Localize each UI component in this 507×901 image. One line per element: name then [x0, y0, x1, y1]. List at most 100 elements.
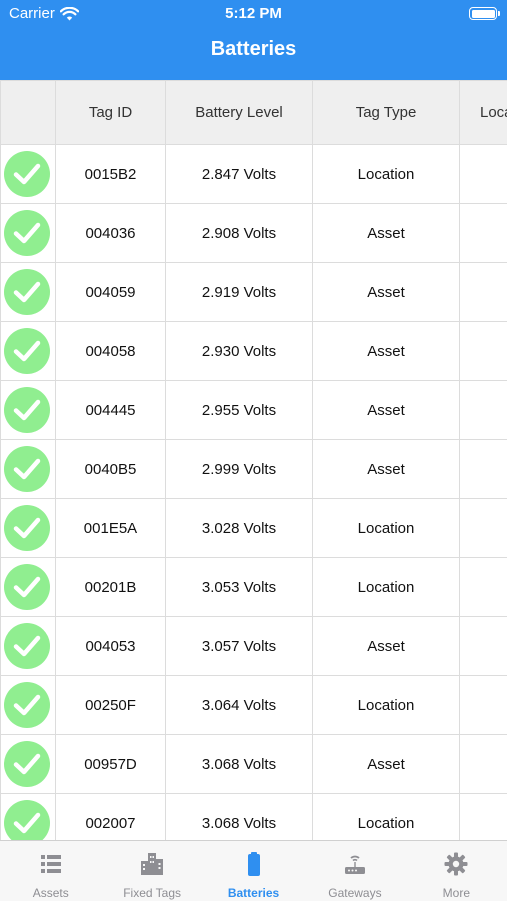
table-row[interactable]: 0040582.930 VoltsAsset [1, 322, 507, 381]
tag-id-cell: 004058 [56, 322, 166, 381]
tag-id-cell: 0040B5 [56, 440, 166, 499]
tag-id-cell: 00957D [56, 735, 166, 794]
battery-level-cell: 2.847 Volts [166, 145, 313, 204]
battery-level-cell: 3.028 Volts [166, 499, 313, 558]
status-cell [1, 794, 56, 841]
tag-id-cell: 00250F [56, 676, 166, 735]
status-cell [1, 558, 56, 617]
location-cell [460, 322, 507, 381]
checkmark-icon [4, 151, 50, 197]
location-cell: C [460, 794, 507, 841]
tab-fixed-tags[interactable]: Fixed Tags [101, 841, 202, 901]
tag-type-cell: Asset [313, 617, 460, 676]
tab-more[interactable]: More [406, 841, 507, 901]
status-cell [1, 145, 56, 204]
column-header-tag-id[interactable]: Tag ID [56, 81, 166, 145]
status-cell [1, 381, 56, 440]
status-cell [1, 322, 56, 381]
tag-id-cell: 00201B [56, 558, 166, 617]
status-cell [1, 263, 56, 322]
location-cell [460, 440, 507, 499]
status-cell [1, 499, 56, 558]
status-cell [1, 735, 56, 794]
list-icon [38, 851, 64, 880]
location-cell [460, 263, 507, 322]
tag-id-cell: 004059 [56, 263, 166, 322]
table-row[interactable]: 0040B52.999 VoltsAsset [1, 440, 507, 499]
router-icon [342, 851, 368, 880]
status-cell [1, 617, 56, 676]
tab-gateways[interactable]: Gateways [304, 841, 405, 901]
column-header-tag-type[interactable]: Tag Type [313, 81, 460, 145]
table-row[interactable]: 00957D3.068 VoltsAsset [1, 735, 507, 794]
tag-id-cell: 002007 [56, 794, 166, 841]
battery-level-cell: 2.908 Volts [166, 204, 313, 263]
tag-type-cell: Asset [313, 440, 460, 499]
location-cell: C [460, 558, 507, 617]
checkmark-icon [4, 564, 50, 610]
tab-label: Gateways [328, 886, 381, 900]
tab-label: Fixed Tags [123, 886, 181, 900]
status-cell [1, 440, 56, 499]
tab-assets[interactable]: Assets [0, 841, 101, 901]
tab-batteries[interactable]: Batteries [203, 841, 304, 901]
column-header-battery-level[interactable]: Battery Level [166, 81, 313, 145]
battery-table-scroll[interactable]: Tag ID Battery Level Tag Type Loca 0015B… [0, 80, 507, 840]
tag-id-cell: 004445 [56, 381, 166, 440]
table-row[interactable]: 0040362.908 VoltsAsset [1, 204, 507, 263]
tag-type-cell: Asset [313, 263, 460, 322]
tab-label: Assets [33, 886, 69, 900]
table-row[interactable]: 0040592.919 VoltsAsset [1, 263, 507, 322]
tag-type-cell: Asset [313, 204, 460, 263]
checkmark-icon [4, 328, 50, 374]
status-battery-icon [469, 7, 497, 20]
table-row[interactable]: 0020073.068 VoltsLocationC [1, 794, 507, 841]
column-header-location[interactable]: Loca [460, 81, 507, 145]
battery-level-cell: 2.999 Volts [166, 440, 313, 499]
buildings-icon [139, 851, 165, 880]
table-row[interactable]: 00250F3.064 VoltsLocationC [1, 676, 507, 735]
tag-type-cell: Location [313, 558, 460, 617]
location-cell: C [460, 499, 507, 558]
tag-type-cell: Asset [313, 381, 460, 440]
location-cell: C [460, 145, 507, 204]
checkmark-icon [4, 210, 50, 256]
table-row[interactable]: 00201B3.053 VoltsLocationC [1, 558, 507, 617]
checkmark-icon [4, 682, 50, 728]
tag-type-cell: Location [313, 499, 460, 558]
table-row[interactable]: 0015B22.847 VoltsLocationC [1, 145, 507, 204]
battery-level-cell: 2.919 Volts [166, 263, 313, 322]
tag-type-cell: Location [313, 676, 460, 735]
checkmark-icon [4, 269, 50, 315]
checkmark-icon [4, 387, 50, 433]
checkmark-icon [4, 800, 50, 840]
tag-type-cell: Asset [313, 735, 460, 794]
status-cell [1, 676, 56, 735]
status-bar: Carrier 5:12 PM [0, 0, 507, 28]
battery-level-cell: 3.068 Volts [166, 794, 313, 841]
table-row[interactable]: 0040533.057 VoltsAsset [1, 617, 507, 676]
location-cell [460, 735, 507, 794]
battery-level-cell: 3.053 Volts [166, 558, 313, 617]
tag-id-cell: 001E5A [56, 499, 166, 558]
table-row[interactable]: 0044452.955 VoltsAsset [1, 381, 507, 440]
battery-table: Tag ID Battery Level Tag Type Loca 0015B… [0, 80, 507, 840]
tab-bar: Assets Fixed Tags Batteries Gateways More [0, 840, 507, 901]
location-cell [460, 617, 507, 676]
checkmark-icon [4, 505, 50, 551]
table-row[interactable]: 001E5A3.028 VoltsLocationC [1, 499, 507, 558]
checkmark-icon [4, 623, 50, 669]
tag-id-cell: 004036 [56, 204, 166, 263]
battery-level-cell: 2.930 Volts [166, 322, 313, 381]
location-cell [460, 381, 507, 440]
battery-level-cell: 3.057 Volts [166, 617, 313, 676]
navigation-header: Carrier 5:12 PM Batteries [0, 0, 507, 80]
location-cell: C [460, 676, 507, 735]
tag-id-cell: 004053 [56, 617, 166, 676]
column-header-status[interactable] [1, 81, 56, 145]
tag-type-cell: Location [313, 794, 460, 841]
checkmark-icon [4, 741, 50, 787]
status-time: 5:12 PM [0, 5, 507, 22]
checkmark-icon [4, 446, 50, 492]
table-header-row: Tag ID Battery Level Tag Type Loca [1, 81, 507, 145]
